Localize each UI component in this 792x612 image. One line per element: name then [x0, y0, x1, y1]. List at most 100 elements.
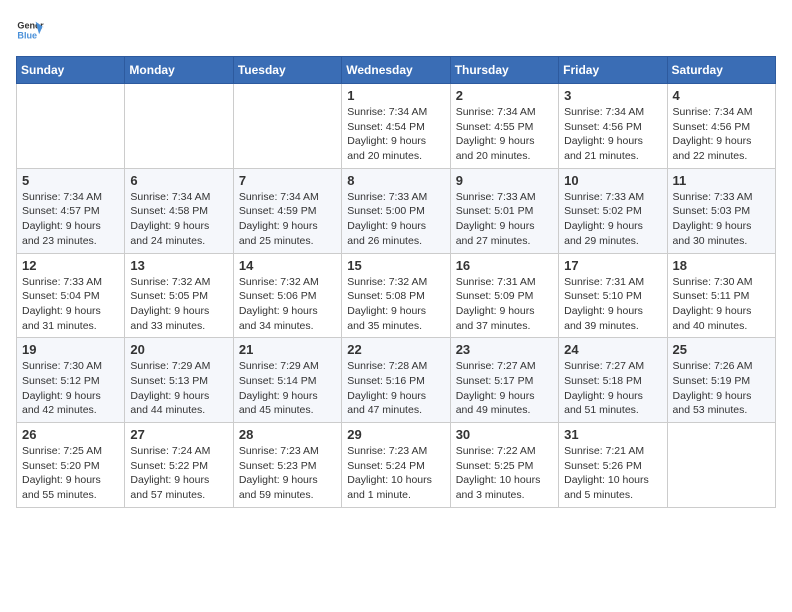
week-row-3: 12Sunrise: 7:33 AM Sunset: 5:04 PM Dayli… — [17, 253, 776, 338]
day-number: 20 — [130, 342, 227, 357]
weekday-sunday: Sunday — [17, 57, 125, 84]
weekday-friday: Friday — [559, 57, 667, 84]
calendar-cell: 19 Sunrise: 7:30 AM Sunset: 5:12 PM Dayli… — [17, 338, 125, 423]
day-number: 10 — [564, 173, 661, 188]
day-number: 19 — [22, 342, 119, 357]
day-info: Sunrise: 7:32 AM Sunset: 5:08 PM Dayligh… — [347, 275, 444, 334]
svg-text:Blue: Blue — [17, 30, 37, 40]
calendar-cell: 16 Sunrise: 7:31 AM Sunset: 5:09 PM Dayli… — [450, 253, 558, 338]
day-number: 9 — [456, 173, 553, 188]
calendar-cell: 4 Sunrise: 7:34 AM Sunset: 4:56 PM Daylig… — [667, 84, 775, 169]
day-info: Sunrise: 7:27 AM Sunset: 5:17 PM Dayligh… — [456, 359, 553, 418]
day-number: 5 — [22, 173, 119, 188]
calendar-cell: 20 Sunrise: 7:29 AM Sunset: 5:13 PM Dayli… — [125, 338, 233, 423]
calendar-cell — [17, 84, 125, 169]
day-number: 24 — [564, 342, 661, 357]
day-info: Sunrise: 7:34 AM Sunset: 4:56 PM Dayligh… — [673, 105, 770, 164]
day-number: 22 — [347, 342, 444, 357]
day-info: Sunrise: 7:32 AM Sunset: 5:05 PM Dayligh… — [130, 275, 227, 334]
day-number: 6 — [130, 173, 227, 188]
day-info: Sunrise: 7:31 AM Sunset: 5:09 PM Dayligh… — [456, 275, 553, 334]
day-number: 30 — [456, 427, 553, 442]
calendar-body: 1Sunrise: 7:34 AM Sunset: 4:54 PM Daylig… — [17, 84, 776, 508]
day-number: 7 — [239, 173, 336, 188]
day-info: Sunrise: 7:21 AM Sunset: 5:26 PM Dayligh… — [564, 444, 661, 503]
day-number: 4 — [673, 88, 770, 103]
calendar-cell: 6 Sunrise: 7:34 AM Sunset: 4:58 PM Daylig… — [125, 168, 233, 253]
calendar-cell: 26 Sunrise: 7:25 AM Sunset: 5:20 PM Dayli… — [17, 423, 125, 508]
calendar-cell — [667, 423, 775, 508]
day-number: 23 — [456, 342, 553, 357]
day-number: 29 — [347, 427, 444, 442]
weekday-wednesday: Wednesday — [342, 57, 450, 84]
weekday-header-row: SundayMondayTuesdayWednesdayThursdayFrid… — [17, 57, 776, 84]
calendar-table: SundayMondayTuesdayWednesdayThursdayFrid… — [16, 56, 776, 508]
day-info: Sunrise: 7:30 AM Sunset: 5:12 PM Dayligh… — [22, 359, 119, 418]
calendar-cell: 28 Sunrise: 7:23 AM Sunset: 5:23 PM Dayli… — [233, 423, 341, 508]
day-info: Sunrise: 7:33 AM Sunset: 5:00 PM Dayligh… — [347, 190, 444, 249]
day-info: Sunrise: 7:29 AM Sunset: 5:13 PM Dayligh… — [130, 359, 227, 418]
day-number: 15 — [347, 258, 444, 273]
day-number: 16 — [456, 258, 553, 273]
calendar-cell: 11 Sunrise: 7:33 AM Sunset: 5:03 PM Dayli… — [667, 168, 775, 253]
day-info: Sunrise: 7:34 AM Sunset: 4:54 PM Dayligh… — [347, 105, 444, 164]
week-row-5: 26 Sunrise: 7:25 AM Sunset: 5:20 PM Dayli… — [17, 423, 776, 508]
calendar-cell: 21 Sunrise: 7:29 AM Sunset: 5:14 PM Dayli… — [233, 338, 341, 423]
weekday-monday: Monday — [125, 57, 233, 84]
day-number: 26 — [22, 427, 119, 442]
week-row-4: 19 Sunrise: 7:30 AM Sunset: 5:12 PM Dayli… — [17, 338, 776, 423]
week-row-1: 1Sunrise: 7:34 AM Sunset: 4:54 PM Daylig… — [17, 84, 776, 169]
calendar-cell: 3 Sunrise: 7:34 AM Sunset: 4:56 PM Daylig… — [559, 84, 667, 169]
day-info: Sunrise: 7:34 AM Sunset: 4:58 PM Dayligh… — [130, 190, 227, 249]
day-number: 31 — [564, 427, 661, 442]
day-number: 12 — [22, 258, 119, 273]
calendar-cell: 15 Sunrise: 7:32 AM Sunset: 5:08 PM Dayli… — [342, 253, 450, 338]
logo: General Blue — [16, 16, 44, 44]
calendar-cell: 5 Sunrise: 7:34 AM Sunset: 4:57 PM Daylig… — [17, 168, 125, 253]
day-number: 25 — [673, 342, 770, 357]
day-number: 21 — [239, 342, 336, 357]
day-number: 18 — [673, 258, 770, 273]
day-number: 3 — [564, 88, 661, 103]
day-info: Sunrise: 7:32 AM Sunset: 5:06 PM Dayligh… — [239, 275, 336, 334]
day-info: Sunrise: 7:33 AM Sunset: 5:03 PM Dayligh… — [673, 190, 770, 249]
logo-icon: General Blue — [16, 16, 44, 44]
day-number: 17 — [564, 258, 661, 273]
calendar-cell: 1Sunrise: 7:34 AM Sunset: 4:54 PM Daylig… — [342, 84, 450, 169]
calendar-cell: 18 Sunrise: 7:30 AM Sunset: 5:11 PM Dayli… — [667, 253, 775, 338]
day-info: Sunrise: 7:33 AM Sunset: 5:02 PM Dayligh… — [564, 190, 661, 249]
day-info: Sunrise: 7:30 AM Sunset: 5:11 PM Dayligh… — [673, 275, 770, 334]
calendar-cell: 9 Sunrise: 7:33 AM Sunset: 5:01 PM Daylig… — [450, 168, 558, 253]
day-number: 8 — [347, 173, 444, 188]
calendar-cell: 24 Sunrise: 7:27 AM Sunset: 5:18 PM Dayli… — [559, 338, 667, 423]
calendar-cell: 14Sunrise: 7:32 AM Sunset: 5:06 PM Dayli… — [233, 253, 341, 338]
day-number: 13 — [130, 258, 227, 273]
weekday-thursday: Thursday — [450, 57, 558, 84]
calendar-cell: 30 Sunrise: 7:22 AM Sunset: 5:25 PM Dayli… — [450, 423, 558, 508]
day-info: Sunrise: 7:31 AM Sunset: 5:10 PM Dayligh… — [564, 275, 661, 334]
day-number: 11 — [673, 173, 770, 188]
weekday-tuesday: Tuesday — [233, 57, 341, 84]
day-info: Sunrise: 7:23 AM Sunset: 5:23 PM Dayligh… — [239, 444, 336, 503]
day-info: Sunrise: 7:28 AM Sunset: 5:16 PM Dayligh… — [347, 359, 444, 418]
calendar-cell: 8 Sunrise: 7:33 AM Sunset: 5:00 PM Daylig… — [342, 168, 450, 253]
day-info: Sunrise: 7:27 AM Sunset: 5:18 PM Dayligh… — [564, 359, 661, 418]
day-info: Sunrise: 7:29 AM Sunset: 5:14 PM Dayligh… — [239, 359, 336, 418]
day-info: Sunrise: 7:34 AM Sunset: 4:57 PM Dayligh… — [22, 190, 119, 249]
calendar-cell: 7Sunrise: 7:34 AM Sunset: 4:59 PM Daylig… — [233, 168, 341, 253]
page-header: General Blue — [16, 16, 776, 44]
day-info: Sunrise: 7:22 AM Sunset: 5:25 PM Dayligh… — [456, 444, 553, 503]
day-info: Sunrise: 7:24 AM Sunset: 5:22 PM Dayligh… — [130, 444, 227, 503]
day-number: 28 — [239, 427, 336, 442]
day-info: Sunrise: 7:33 AM Sunset: 5:01 PM Dayligh… — [456, 190, 553, 249]
calendar-cell: 13 Sunrise: 7:32 AM Sunset: 5:05 PM Dayli… — [125, 253, 233, 338]
calendar-cell: 10 Sunrise: 7:33 AM Sunset: 5:02 PM Dayli… — [559, 168, 667, 253]
day-info: Sunrise: 7:23 AM Sunset: 5:24 PM Dayligh… — [347, 444, 444, 503]
day-info: Sunrise: 7:34 AM Sunset: 4:56 PM Dayligh… — [564, 105, 661, 164]
day-info: Sunrise: 7:34 AM Sunset: 4:55 PM Dayligh… — [456, 105, 553, 164]
weekday-saturday: Saturday — [667, 57, 775, 84]
calendar-cell: 25 Sunrise: 7:26 AM Sunset: 5:19 PM Dayli… — [667, 338, 775, 423]
calendar-cell: 2Sunrise: 7:34 AM Sunset: 4:55 PM Daylig… — [450, 84, 558, 169]
day-info: Sunrise: 7:26 AM Sunset: 5:19 PM Dayligh… — [673, 359, 770, 418]
day-info: Sunrise: 7:25 AM Sunset: 5:20 PM Dayligh… — [22, 444, 119, 503]
